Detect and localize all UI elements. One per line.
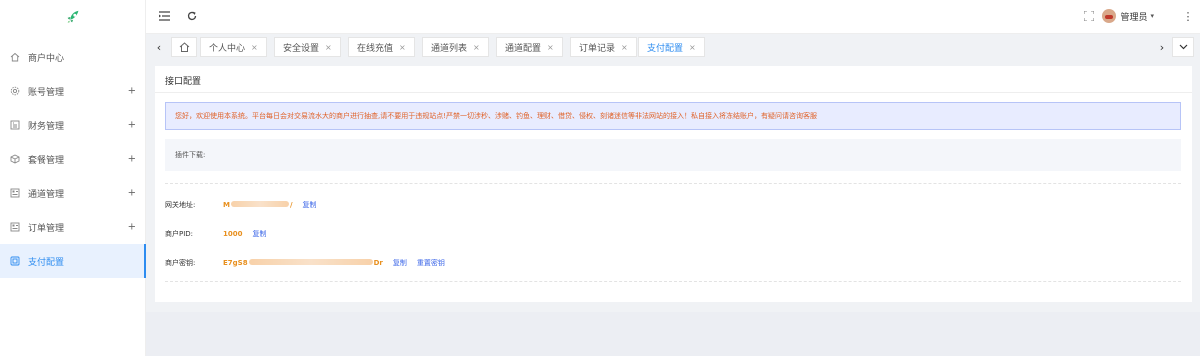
sidebar-item-label: 订单管理 [28, 223, 65, 234]
key-row: 商户密钥: E7gS8 Dr 复制 重置密钥 [165, 258, 445, 268]
home-icon [179, 42, 189, 52]
menu-collapse-icon[interactable] [158, 10, 170, 22]
key-label: 商户密钥: [165, 259, 196, 267]
sidebar-item-label: 通道管理 [28, 189, 65, 200]
close-icon[interactable]: × [399, 43, 406, 52]
sidebar-item-label: 商户中心 [28, 53, 65, 64]
sidebar-item-channel[interactable]: 通道管理 + [0, 176, 146, 210]
sidebar-item-label: 支付配置 [28, 257, 65, 268]
tab-4[interactable]: 通道配置 × [496, 37, 563, 57]
tab-next-icon[interactable]: › [1153, 34, 1171, 60]
top-header: 管理员 ▾ ⋮ [146, 0, 1200, 34]
payment-icon [10, 256, 20, 266]
refresh-icon[interactable] [186, 10, 198, 22]
fullscreen-icon[interactable] [1083, 10, 1095, 22]
rocket-logo-icon [67, 10, 78, 23]
tab-label: 个人中心 [209, 43, 246, 54]
divider [165, 183, 1181, 184]
pid-value: 1000 [223, 230, 243, 238]
copy-gateway-button[interactable]: 复制 [303, 200, 317, 210]
tab-5[interactable]: 订单记录 × [570, 37, 637, 57]
plugin-download: 插件下载: [165, 139, 1181, 171]
sidebar: 商户中心账号管理 + 财务管理 + 套餐管理 + 通道管理 + 订单管理 + 支付配置 [0, 0, 146, 356]
user-name: 管理员 [1120, 12, 1148, 23]
sidebar-menu: 商户中心账号管理 + 财务管理 + 套餐管理 + 通道管理 + 订单管理 + 支付配置 [0, 40, 146, 278]
sidebar-item-payment[interactable]: 支付配置 [0, 244, 146, 278]
channel-icon [10, 188, 20, 198]
tab-label: 在线充值 [357, 43, 394, 54]
tab-bar: ‹ 个人中心 × 安全设置 × 在线充值 × 通道列表 × 通道配置 × 订单记录 × 支付配置 × › [146, 34, 1200, 60]
sidebar-item-label: 账号管理 [28, 87, 65, 98]
tab-label: 安全设置 [283, 43, 320, 54]
more-icon[interactable]: ⋮ [1182, 10, 1194, 23]
avatar [1102, 9, 1117, 23]
sidebar-item-label: 财务管理 [28, 121, 65, 132]
sidebar-item-settings[interactable]: 账号管理 + [0, 74, 146, 108]
divider [155, 92, 1192, 93]
interface-config-card: 接口配置 您好，欢迎使用本系统。平台每日会对交易流水大的商户进行抽查,请不要用于… [155, 66, 1192, 302]
tab-home[interactable] [171, 37, 197, 57]
tab-0[interactable]: 个人中心 × [200, 37, 267, 57]
close-icon[interactable]: × [547, 43, 554, 52]
close-icon[interactable]: × [473, 43, 480, 52]
sidebar-item-label: 套餐管理 [28, 155, 65, 166]
sidebar-item-finance[interactable]: 财务管理 + [0, 108, 146, 142]
card-title: 接口配置 [165, 77, 202, 87]
tab-1[interactable]: 安全设置 × [274, 37, 341, 57]
expand-icon[interactable]: + [128, 154, 136, 165]
divider [165, 281, 1181, 282]
gateway-label: 网关地址: [165, 201, 196, 209]
tab-label: 支付配置 [647, 43, 684, 54]
close-icon[interactable]: × [325, 43, 332, 52]
reset-key-button[interactable]: 重置密钥 [417, 258, 445, 268]
tab-label: 订单记录 [579, 43, 616, 54]
sidebar-item-package[interactable]: 套餐管理 + [0, 142, 146, 176]
settings-icon [10, 86, 20, 96]
copy-key-button[interactable]: 复制 [393, 258, 407, 268]
expand-icon[interactable]: + [128, 222, 136, 233]
chevron-down-icon [1179, 44, 1187, 50]
package-icon [10, 154, 20, 164]
close-icon[interactable]: × [251, 43, 258, 52]
user-menu[interactable]: 管理员 ▾ [1102, 9, 1154, 23]
chevron-down-icon: ▾ [1150, 12, 1154, 20]
pid-row: 商户PID: 1000 复制 [165, 229, 266, 239]
tab-dropdown-button[interactable] [1172, 37, 1194, 57]
logo[interactable] [0, 0, 145, 34]
sidebar-item-home[interactable]: 商户中心 [0, 40, 146, 74]
close-icon[interactable]: × [689, 43, 696, 52]
close-icon[interactable]: × [621, 43, 628, 52]
notice-banner: 您好，欢迎使用本系统。平台每日会对交易流水大的商户进行抽查,请不要用于违规站点!… [165, 102, 1181, 130]
copy-pid-button[interactable]: 复制 [252, 229, 266, 239]
sidebar-item-order[interactable]: 订单管理 + [0, 210, 146, 244]
tab-label: 通道列表 [431, 43, 468, 54]
expand-icon[interactable]: + [128, 86, 136, 97]
gateway-row: 网关地址: M / 复制 [165, 200, 317, 210]
home-icon [10, 52, 20, 62]
tab-6[interactable]: 支付配置 × [638, 37, 705, 57]
finance-icon [10, 120, 20, 130]
order-icon [10, 222, 20, 232]
pid-label: 商户PID: [165, 230, 194, 238]
page-bottom [146, 312, 1200, 356]
expand-icon[interactable]: + [128, 120, 136, 131]
tab-label: 通道配置 [505, 43, 542, 54]
expand-icon[interactable]: + [128, 188, 136, 199]
tab-prev-icon[interactable]: ‹ [150, 34, 168, 60]
gateway-value: M / [223, 201, 293, 209]
tab-3[interactable]: 通道列表 × [422, 37, 489, 57]
key-value: E7gS8 Dr [223, 259, 383, 267]
tab-2[interactable]: 在线充值 × [348, 37, 415, 57]
